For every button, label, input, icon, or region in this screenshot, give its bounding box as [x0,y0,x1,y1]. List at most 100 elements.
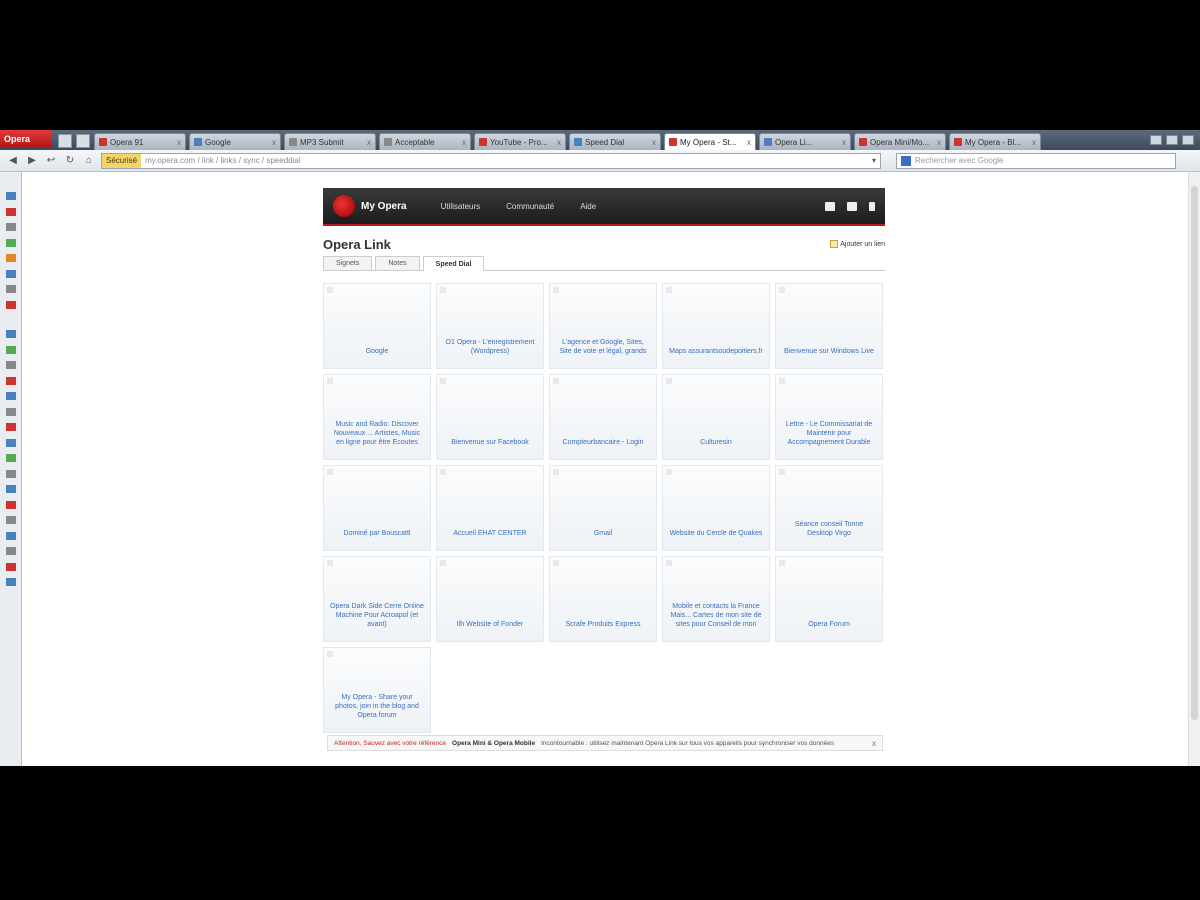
tab-bookmarks[interactable]: Signets [323,256,373,270]
panel-shortcut-icon[interactable] [6,345,16,354]
speed-dial-item[interactable]: Scrafe Produits Express [549,556,657,642]
reload-icon[interactable]: ↻ [63,154,77,168]
panel-shortcut-icon[interactable] [6,407,16,416]
browser-tab[interactable]: Acceptable x [379,133,471,150]
speed-dial-item[interactable]: Website du Cercle de Quakes [662,465,770,551]
google-icon[interactable] [901,155,911,166]
panel-shortcut-icon[interactable] [6,223,16,231]
panel-shortcut-icon[interactable] [6,516,16,524]
speed-dial-item[interactable]: Compteurbancaire - Login [549,374,657,460]
speed-dial-item[interactable]: Mobile et contacts la France Mais... Car… [662,556,770,642]
close-window-icon[interactable] [1182,135,1194,145]
minimize-icon[interactable] [1150,135,1162,145]
panel-shortcut-icon[interactable] [6,192,16,200]
tab-close-icon[interactable]: x [462,138,466,147]
browser-tab[interactable]: Opera Mini/Mo... x [854,133,946,150]
nav-users[interactable]: Utilisateurs [441,202,481,211]
speed-dial-item[interactable]: Gmail [549,465,657,551]
panel-shortcut-icon[interactable] [6,469,16,478]
panel-shortcut-icon[interactable] [6,454,16,462]
close-icon[interactable]: x [872,739,876,748]
add-link-button[interactable]: Ajouter un lien [830,240,885,248]
messages-icon[interactable] [825,201,835,211]
speed-dial-label: Culturesin [700,438,732,446]
mail-icon[interactable] [847,201,857,211]
speed-dial-item[interactable]: Ilh Website of Fonder [436,556,544,642]
browser-tab[interactable]: Opera 91 x [94,133,186,150]
speed-dial-item[interactable]: My Opera - Share your photos, join in th… [323,647,431,733]
browser-tab[interactable]: YouTube - Pro... x [474,133,566,150]
speed-dial-item[interactable]: L'agence et Google, Sites, Site de vote … [549,283,657,369]
home-icon[interactable]: ⌂ [82,154,96,168]
tab-close-icon[interactable]: x [177,138,181,147]
speed-dial-item[interactable]: Maps assurantsoudepoitiers.fr [662,283,770,369]
browser-tab[interactable]: MP3 Submit x [284,133,376,150]
tab-notes[interactable]: Notes [375,256,420,270]
browser-tab[interactable]: My Opera - St... x [664,133,756,150]
panel-shortcut-icon[interactable] [6,300,16,309]
panel-shortcut-icon[interactable] [6,269,16,278]
speed-dial-item[interactable]: Google [323,283,431,369]
settings-icon[interactable] [869,201,875,211]
tab-close-icon[interactable]: x [842,138,846,147]
panel-shortcut-icon[interactable] [6,392,16,400]
panel-shortcut-icon[interactable] [6,376,16,385]
panel-shortcut-icon[interactable] [6,485,16,493]
speed-dial-item[interactable]: Bienvenue sur Facebook [436,374,544,460]
speed-dial-item[interactable]: Opera Dark Side Cerre Online Machine Pou… [323,556,431,642]
panel-shortcut-icon[interactable] [6,254,16,262]
tab-close-icon[interactable]: x [557,138,561,147]
tab-list-icon[interactable] [58,134,72,148]
panel-shortcut-icon[interactable] [6,547,16,555]
panel-shortcut-icon[interactable] [6,423,16,431]
speed-dial-item[interactable]: Bienvenue sur Windows Live [775,283,883,369]
forward-icon[interactable]: ▶ [25,154,39,168]
scrollbar-thumb[interactable] [1191,186,1198,720]
speed-dial-item[interactable]: Lettre - Le Commissariat de Maintenir po… [775,374,883,460]
browser-tab[interactable]: Speed Dial x [569,133,661,150]
tab-close-icon[interactable]: x [937,138,941,147]
panel-shortcut-icon[interactable] [6,578,16,586]
speed-dial-item[interactable]: O1 Opera - L'enregistrement (Wordpress) [436,283,544,369]
panel-shortcut-icon[interactable] [6,500,16,509]
panel-shortcut-icon[interactable] [6,361,16,369]
nav-community[interactable]: Communauté [506,202,554,211]
panel-shortcut-icon[interactable] [6,531,16,540]
rewind-icon[interactable]: ↩ [44,154,58,168]
browser-tab[interactable]: My Opera - Bl... x [949,133,1041,150]
opera-logo-icon[interactable] [333,195,355,217]
speed-dial-item[interactable]: Music and Radio: Discover Nouveaux ... A… [323,374,431,460]
speed-dial-item[interactable]: Opera Forum [775,556,883,642]
panel-shortcut-icon[interactable] [6,438,16,447]
panel-shortcut-icon[interactable] [6,207,16,216]
speed-dial-item[interactable]: Séance conseil Tonne Desktop Virgo [775,465,883,551]
tab-close-icon[interactable]: x [367,138,371,147]
browser-tab[interactable]: Opera Li... x [759,133,851,150]
search-field[interactable]: Rechercher avec Google [896,152,1176,169]
closed-tabs-icon[interactable] [76,134,90,148]
panel-shortcut-icon[interactable] [6,562,16,571]
favicon-icon [764,138,772,146]
notice-warning[interactable]: Attention, Sauvez avec votre référence [334,740,446,747]
address-field[interactable]: Sécurisé my.opera.com / link / links / s… [101,152,881,169]
speed-dial-item[interactable]: Dominé par Bouscattl [323,465,431,551]
maximize-icon[interactable] [1166,135,1178,145]
tab-speed-dial[interactable]: Speed Dial [422,256,485,271]
tab-close-icon[interactable]: x [272,138,276,147]
site-brand[interactable]: My Opera [361,201,407,212]
speed-dial-item[interactable]: Accueil EHAT CENTER [436,465,544,551]
vertical-scrollbar[interactable] [1188,172,1200,766]
chevron-down-icon[interactable]: ▾ [872,156,876,165]
back-icon[interactable]: ◀ [6,154,20,168]
tab-close-icon[interactable]: x [747,138,751,147]
tab-close-icon[interactable]: x [652,138,656,147]
panel-shortcut-icon[interactable] [6,330,16,338]
tab-close-icon[interactable]: x [1032,138,1036,147]
panel-shortcut-icon[interactable] [6,285,16,293]
secure-badge[interactable]: Sécurisé [102,153,142,168]
opera-menu-button[interactable]: Opera [0,130,52,148]
speed-dial-item[interactable]: Culturesin [662,374,770,460]
panel-shortcut-icon[interactable] [6,238,16,247]
browser-tab[interactable]: Google x [189,133,281,150]
nav-help[interactable]: Aide [580,202,596,211]
